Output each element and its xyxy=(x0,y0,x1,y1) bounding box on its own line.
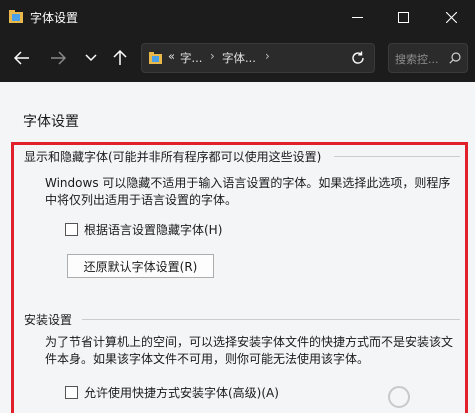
breadcrumb-overflow[interactable]: « xyxy=(168,49,175,63)
minimize-button[interactable] xyxy=(334,0,380,34)
breadcrumb-item[interactable]: 字... xyxy=(180,50,202,66)
allow-shortcut-install-checkbox[interactable] xyxy=(65,386,78,399)
show-hide-description: Windows 可以隐藏不适用于输入语言设置的字体。如果选择此选项，则程序 中将… xyxy=(45,175,465,209)
maximize-button[interactable] xyxy=(380,0,426,34)
chevron-down-icon xyxy=(85,54,97,62)
content-area: 字体设置 显示和隐藏字体(可能并非所有程序都可以使用这些设置) Windows … xyxy=(0,82,475,413)
refresh-button[interactable] xyxy=(346,46,370,70)
close-icon xyxy=(445,11,457,23)
control-panel-icon xyxy=(149,52,162,64)
search-icon xyxy=(449,52,461,64)
up-button[interactable] xyxy=(108,46,132,70)
show-hide-section-header: 显示和隐藏字体(可能并非所有程序都可以使用这些设置) xyxy=(24,150,322,164)
navigation-bar: « 字... › 字体... › 搜索控... xyxy=(0,34,475,82)
breadcrumb-separator: › xyxy=(210,49,215,63)
back-arrow-icon xyxy=(14,51,29,65)
install-section-header: 安装设置 xyxy=(24,313,73,327)
install-description: 为了节省计算机上的空间，可以选择安装字体文件的快捷方式而不是安装该文 件本身。如… xyxy=(45,334,467,368)
address-bar[interactable]: « 字... › 字体... › xyxy=(141,43,375,73)
page-title: 字体设置 xyxy=(23,114,79,130)
install-description-line: 件本身。如果该字体文件不可用，则你可能无法使用该字体。 xyxy=(45,352,370,366)
breadcrumb-item[interactable]: 字体... xyxy=(222,50,256,66)
back-button[interactable] xyxy=(10,46,34,70)
up-arrow-icon xyxy=(113,50,127,65)
install-description-line: 为了节省计算机上的空间，可以选择安装字体文件的快捷方式而不是安装该文 xyxy=(45,335,454,349)
window-title: 字体设置 xyxy=(30,11,79,25)
forward-arrow-icon xyxy=(51,51,66,65)
font-settings-app-icon xyxy=(9,10,23,23)
hide-fonts-checkbox-row[interactable]: 根据语言设置隐藏字体(H) xyxy=(65,221,222,238)
allow-shortcut-install-checkbox-label[interactable]: 允许使用快捷方式安装字体(高级)(A) xyxy=(84,384,279,401)
forward-button[interactable] xyxy=(46,46,70,70)
hide-fonts-checkbox-label[interactable]: 根据语言设置隐藏字体(H) xyxy=(84,221,222,238)
maximize-icon xyxy=(397,11,409,23)
show-hide-description-line: Windows 可以隐藏不适用于输入语言设置的字体。如果选择此选项，则程序 xyxy=(45,176,451,190)
watermark-logo xyxy=(388,382,470,412)
allow-shortcut-install-checkbox-row[interactable]: 允许使用快捷方式安装字体(高级)(A) xyxy=(65,384,279,401)
section-divider xyxy=(334,156,460,157)
close-button[interactable] xyxy=(427,0,475,34)
hide-fonts-checkbox[interactable] xyxy=(65,223,78,236)
watermark-circle xyxy=(388,386,410,408)
section-divider xyxy=(82,319,460,320)
search-placeholder: 搜索控... xyxy=(395,53,439,66)
show-hide-description-line: 中将仅列出适用于语言设置的字体。 xyxy=(45,193,238,207)
recent-locations-button[interactable] xyxy=(79,46,103,70)
restore-default-font-settings-button[interactable]: 还原默认字体设置(R) xyxy=(67,254,214,278)
search-input[interactable]: 搜索控... xyxy=(388,43,468,73)
breadcrumb-separator: › xyxy=(265,49,270,63)
refresh-icon xyxy=(352,51,364,64)
title-bar: 字体设置 xyxy=(0,0,475,34)
minimize-icon xyxy=(351,16,363,18)
